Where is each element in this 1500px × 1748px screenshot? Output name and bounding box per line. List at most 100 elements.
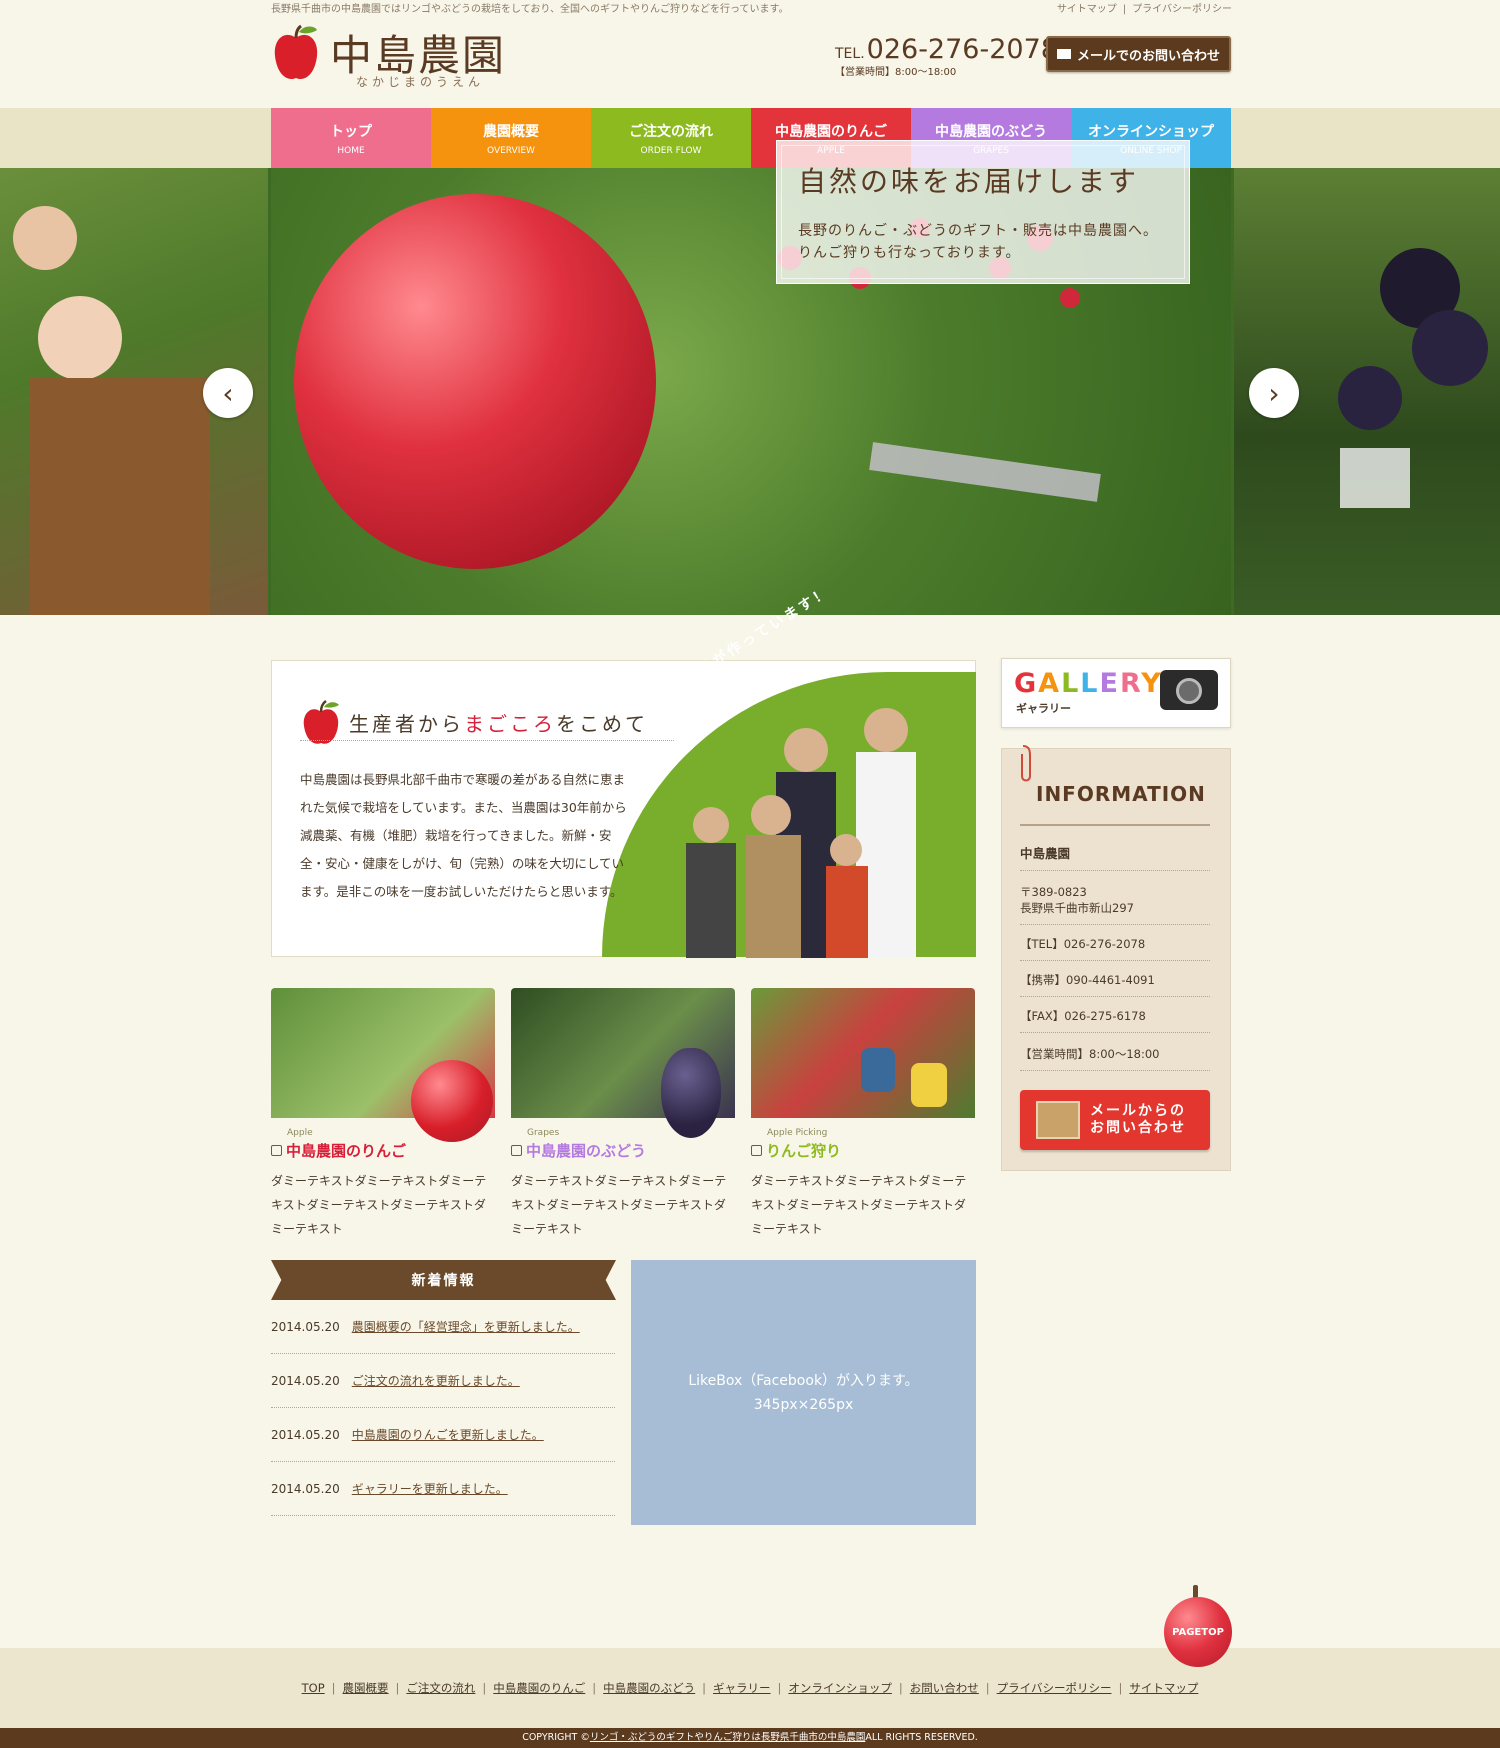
gallery-title: GALLERY [1014,668,1163,699]
footer-separator: | [1118,1681,1123,1695]
news-date: 2014.05.20 [271,1481,340,1496]
footer-separator: | [702,1681,707,1695]
card-title: 中島農園のぶどう [511,1140,735,1161]
feature-text: 中島農園は長野県北部千曲市で寒暖の差がある自然に恵まれた気候で栽培をしています。… [300,772,627,899]
likebox-line2: 345px×265px [753,1396,854,1413]
card-en-label: Apple Picking [767,1128,828,1138]
footer-link[interactable]: お問い合わせ [910,1681,979,1695]
mail-contact-label: メールでのお問い合わせ [1076,48,1220,64]
nav-item-home[interactable]: トップ HOME [271,108,431,168]
copyright-link[interactable]: リンゴ・ぶどうのギフトやりんご狩りは長野県千曲市の中島農園 [590,1732,866,1743]
arrow-box-icon [511,1145,522,1156]
footer-separator: | [898,1681,903,1695]
info-mobile: 【携帯】090-4461-4091 [1020,972,1210,997]
paperclip-icon [1021,745,1031,782]
card-grapes[interactable]: Grapes 中島農園のぶどう ダミーテキストダミーテキストダミーテキストダミー… [511,988,735,1241]
pagetop-button[interactable]: PAGETOP [1164,1597,1232,1667]
footer-link[interactable]: 中島農園のりんご [493,1681,585,1695]
footer-link[interactable]: ギャラリー [713,1681,771,1695]
info-fax: 【FAX】026-275-6178 [1020,1008,1210,1033]
sitemap-link[interactable]: サイトマップ [1057,4,1117,15]
gallery-title-letter: E [1099,668,1120,699]
gallery-title-letter: L [1080,668,1100,699]
feature-title-highlight: まごころ [464,712,556,736]
nav-item-order-flow[interactable]: ご注文の流れ ORDER FLOW [591,108,751,168]
copyright: COPYRIGHT ©リンゴ・ぶどうのギフトやりんご狩りは長野県千曲市の中島農園… [0,1728,1500,1748]
feature-title: 生産者からまごころをこめて [349,708,648,737]
nav-item-overview[interactable]: 農園概要 OVERVIEW [431,108,591,168]
mail-line1: メールからの [1090,1103,1186,1119]
hero-caption-line2: りんご狩りも行なっております。 [798,245,1021,261]
likebox-line1: LikeBox（Facebook）が入ります。 [688,1372,919,1389]
facebook-likebox-placeholder: LikeBox（Facebook）が入ります。 345px×265px [631,1260,976,1525]
footer-link[interactable]: 中島農園のぶどう [603,1681,695,1695]
footer-link[interactable]: サイトマップ [1129,1681,1198,1695]
nav-label: トップ [330,124,372,140]
info-address: 〒389-0823 長野県千曲市新山297 [1020,884,1210,925]
news-link[interactable]: ご注文の流れを更新しました。 [352,1372,520,1389]
footer-link[interactable]: 農園概要 [343,1681,389,1695]
news-item: 2014.05.20 ご注文の流れを更新しました。 [271,1354,615,1408]
nav-sub: HOME [337,146,365,156]
mail-contact-button[interactable]: メールでのお問い合わせ [1046,36,1231,72]
footer-separator: | [395,1681,400,1695]
tel-prefix: TEL. [835,46,865,62]
hero-apple-image [294,194,656,569]
nav-label: 中島農園のりんご [775,124,887,140]
nav-sub: OVERVIEW [487,146,535,156]
footer-separator: | [592,1681,597,1695]
card-apple-picking[interactable]: Apple Picking りんご狩り ダミーテキストダミーテキストダミーテキス… [751,988,975,1241]
footer-separator: | [777,1681,782,1695]
news-link[interactable]: 農園概要の「経営理念」を更新しました。 [352,1318,580,1335]
footer-link[interactable]: ご注文の流れ [406,1681,475,1695]
mail-line2: お問い合わせ [1090,1120,1186,1136]
footer-link[interactable]: オンラインショップ [788,1681,892,1695]
privacy-link[interactable]: プライバシーポリシー [1132,4,1232,15]
news-link[interactable]: 中島農園のりんごを更新しました。 [352,1426,544,1443]
news-item: 2014.05.20 中島農園のりんごを更新しました。 [271,1408,615,1462]
card-title: りんご狩り [751,1140,975,1161]
gallery-subtitle: ギャラリー [1016,702,1071,715]
feature-divider [300,740,674,741]
camera-lens [1176,678,1202,704]
hero-caption-text: 長野のりんご・ぶどうのギフト・販売は中島農園へ。 りんご狩りも行なっております。 [798,220,1158,264]
info-postal: 〒389-0823 [1020,885,1087,899]
envelope-icon [1036,1101,1080,1139]
top-links: サイトマップ | プライバシーポリシー [1056,4,1232,15]
gallery-title-letter: L [1061,668,1081,699]
nav-label: ご注文の流れ [629,124,713,140]
nav-label: 中島農園のぶどう [935,124,1047,140]
footer-link[interactable]: TOP [302,1681,325,1695]
news-heading: 新着情報 [271,1260,616,1300]
farmers-family-image [686,708,916,958]
sidebar-mail-button[interactable]: メールからの お問い合わせ [1020,1090,1210,1150]
card-title-text: りんご狩り [766,1142,842,1160]
slider-next-button[interactable]: › [1249,368,1299,418]
gallery-title-letter: G [1014,668,1039,699]
arrow-box-icon [271,1145,282,1156]
hero-caption-line1: 長野のりんご・ぶどうのギフト・販売は中島農園へ。 [798,223,1158,239]
copyright-prefix: COPYRIGHT © [522,1732,590,1743]
header-tel: TEL.026-276-2078 [835,34,1058,65]
news-date: 2014.05.20 [271,1427,340,1442]
card-title-text: 中島農園のりんご [286,1142,407,1160]
chevron-right-icon: › [1268,376,1280,410]
gallery-title-letter: R [1119,668,1142,699]
header-hours: 【営業時間】8:00〜18:00 [835,67,957,78]
card-title: 中島農園のりんご [271,1140,495,1161]
tel-number: 026-276-2078 [866,34,1058,65]
card-body: ダミーテキストダミーテキストダミーテキストダミーテキストダミーテキストダミーテキ… [511,1174,727,1236]
card-photo-picking [751,988,975,1118]
info-divider [1020,824,1210,826]
card-apple[interactable]: Apple 中島農園のりんご ダミーテキストダミーテキストダミーテキストダミーテ… [271,988,495,1241]
footer-link[interactable]: プライバシーポリシー [997,1681,1112,1695]
news-link[interactable]: ギャラリーを更新しました。 [352,1480,508,1497]
feature-title-before: 生産者から [349,712,464,736]
card-body: ダミーテキストダミーテキストダミーテキストダミーテキストダミーテキストダミーテキ… [271,1174,487,1236]
copyright-suffix: ALL RIGHTS RESERVED. [865,1732,978,1743]
nav-sub: ORDER FLOW [640,146,702,156]
footer-separator: | [482,1681,487,1695]
news-item: 2014.05.20 ギャラリーを更新しました。 [271,1462,615,1516]
info-tel: 【TEL】026-276-2078 [1020,936,1210,961]
slider-prev-button[interactable]: ‹ [203,368,253,418]
